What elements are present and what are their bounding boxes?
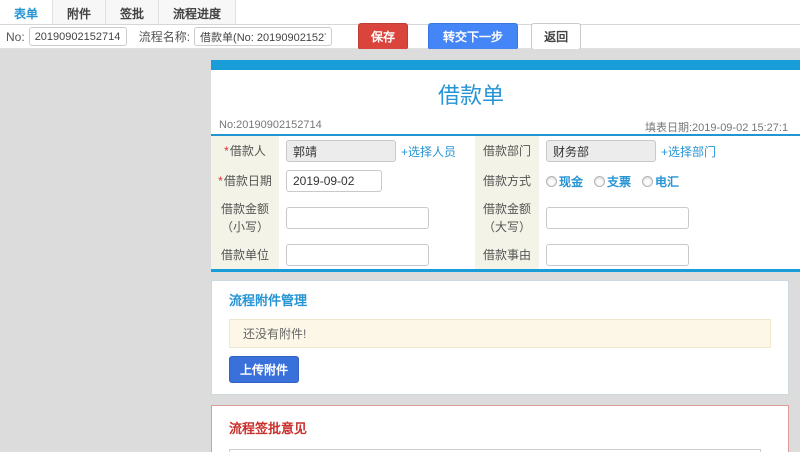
- loan-date-input[interactable]: [286, 170, 382, 192]
- radio-cash-icon: [546, 175, 557, 187]
- borrower-value-cell: +选择人员: [279, 136, 475, 166]
- main-area: 借款单 No:20190902152714 填表日期:2019-09-02 15…: [0, 49, 800, 452]
- process-name-input[interactable]: [194, 27, 333, 46]
- no-label: No:: [6, 29, 25, 44]
- form-meta-row: No:20190902152714 填表日期:2019-09-02 15:27:…: [211, 115, 800, 136]
- rich-text-editor: B I abc ✎ ⚑ ≡ ≡ ⇤: [229, 449, 761, 452]
- reason-label-cell: 借款事由: [475, 240, 539, 269]
- required-marker: *: [218, 174, 223, 188]
- reason-value-cell: [539, 240, 800, 269]
- document-panel: 借款单 No:20190902152714 填表日期:2019-09-02 15…: [211, 60, 800, 452]
- amount-upper-label-cell: 借款金额（大写）: [475, 196, 539, 240]
- amount-upper-value-cell: [539, 196, 800, 240]
- department-input[interactable]: [546, 140, 656, 162]
- radio-option-wire[interactable]: 电汇: [642, 173, 679, 190]
- department-label-cell: 借款部门: [475, 136, 539, 166]
- form-title: 借款单: [437, 83, 504, 108]
- process-name-label: 流程名称:: [138, 30, 191, 44]
- no-attachment-alert: 还没有附件!: [229, 319, 771, 348]
- loan-date-label-cell: *借款日期: [211, 166, 279, 196]
- radio-wire-icon: [642, 175, 654, 187]
- next-step-button[interactable]: 转交下一步: [428, 23, 519, 50]
- amount-upper-input[interactable]: [546, 207, 689, 229]
- tab-approval[interactable]: 签批: [106, 0, 160, 24]
- form-grid: *借款人 +选择人员 借款部门 +选择部门 *借款日期: [211, 136, 800, 269]
- fill-date: 填表日期:2019-09-02 15:27:1: [645, 122, 789, 134]
- editor-toolbar: B I abc ✎ ⚑ ≡ ≡ ⇤: [230, 450, 760, 452]
- department-value-cell: +选择部门: [539, 136, 800, 166]
- attachment-section: 流程附件管理 还没有附件! 上传附件: [211, 280, 789, 395]
- amount-lower-label-cell: 借款金额（小写）: [211, 196, 279, 240]
- approval-section: 流程签批意见 B I abc ✎ ⚑ ≡ ≡: [211, 405, 789, 452]
- no-input[interactable]: [28, 27, 127, 46]
- amount-lower-input[interactable]: [286, 207, 429, 229]
- loan-date-value-cell: [279, 166, 475, 196]
- radio-option-cash[interactable]: 现金: [546, 173, 583, 190]
- back-button[interactable]: 返回: [531, 23, 582, 50]
- tab-progress[interactable]: 流程进度: [159, 0, 237, 24]
- amount-lower-value-cell: [279, 196, 475, 240]
- header-row: No: 流程名称: 保存 转交下一步 返回: [0, 23, 800, 50]
- upload-attachment-button[interactable]: 上传附件: [229, 356, 300, 383]
- approval-heading: 流程签批意见: [229, 421, 308, 436]
- select-person-link[interactable]: +选择人员: [401, 143, 456, 160]
- loan-form-card: 借款单 No:20190902152714 填表日期:2019-09-02 15…: [211, 60, 800, 272]
- select-department-link[interactable]: +选择部门: [661, 143, 716, 160]
- method-value-cell: 现金 支票 电汇: [539, 166, 800, 196]
- unit-input[interactable]: [286, 243, 429, 266]
- method-label-cell: 借款方式: [475, 166, 539, 196]
- required-marker: *: [224, 144, 229, 158]
- unit-label-cell: 借款单位: [211, 240, 279, 269]
- attachment-heading: 流程附件管理: [229, 293, 308, 308]
- document-number: No:20190902152714: [219, 119, 322, 131]
- radio-cheque-icon: [594, 175, 606, 187]
- reason-input[interactable]: [546, 243, 689, 266]
- save-button[interactable]: 保存: [358, 23, 409, 50]
- borrower-label-cell: *借款人: [211, 136, 279, 166]
- top-blue-bar: [211, 60, 800, 70]
- tab-bar: 表单 附件 签批 流程进度: [0, 0, 800, 25]
- unit-value-cell: [279, 240, 475, 269]
- tab-attachment[interactable]: 附件: [53, 0, 107, 24]
- radio-option-cheque[interactable]: 支票: [594, 173, 631, 190]
- tab-form[interactable]: 表单: [0, 0, 54, 24]
- borrower-input[interactable]: [286, 140, 396, 162]
